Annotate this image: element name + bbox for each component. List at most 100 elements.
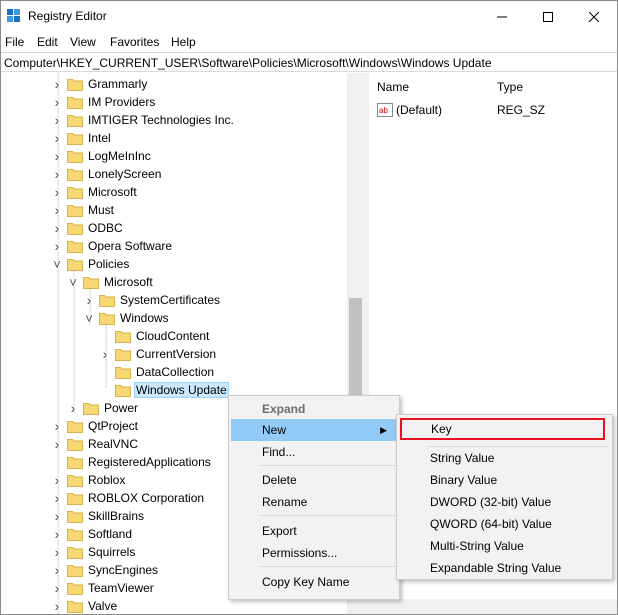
folder-icon bbox=[67, 222, 83, 235]
tree-item[interactable]: › LogMeInInc bbox=[51, 147, 153, 165]
tree-item[interactable]: › SyncEngines bbox=[51, 561, 160, 579]
tree-item[interactable]: › LonelyScreen bbox=[51, 165, 163, 183]
menu-item-label: Export bbox=[262, 524, 297, 538]
chevron-right-icon[interactable]: › bbox=[51, 417, 63, 435]
close-button[interactable] bbox=[571, 1, 617, 32]
tree-item[interactable]: › Opera Software bbox=[51, 237, 174, 255]
tree-item[interactable]: › ODBC bbox=[51, 219, 125, 237]
column-header-type[interactable]: Type bbox=[497, 80, 523, 94]
menu-favorites[interactable]: Favorites bbox=[110, 35, 159, 49]
folder-icon bbox=[67, 546, 83, 559]
menu-file[interactable]: File bbox=[5, 35, 24, 49]
submenu-item-expandable-string-value[interactable]: Expandable String Value bbox=[399, 557, 610, 579]
tree-item[interactable]: › Valve bbox=[51, 597, 119, 614]
menu-item-permissions[interactable]: Permissions... bbox=[231, 542, 397, 564]
chevron-right-icon[interactable]: › bbox=[51, 75, 63, 93]
chevron-right-icon[interactable]: › bbox=[51, 489, 63, 507]
chevron-down-icon[interactable]: ˅ bbox=[83, 309, 95, 327]
minimize-button[interactable] bbox=[479, 1, 525, 32]
tree-item[interactable]: RegisteredApplications bbox=[51, 453, 213, 471]
tree-item[interactable]: › Softland bbox=[51, 525, 134, 543]
tree-item-label: Microsoft bbox=[104, 275, 153, 289]
tree-item[interactable]: › Grammarly bbox=[51, 75, 149, 93]
address-bar[interactable]: Computer\HKEY_CURRENT_USER\Software\Poli… bbox=[1, 52, 617, 72]
submenu-item-binary-value[interactable]: Binary Value bbox=[399, 469, 610, 491]
tree-item[interactable]: › Roblox bbox=[51, 471, 127, 489]
chevron-right-icon[interactable]: › bbox=[51, 165, 63, 183]
chevron-down-icon[interactable]: ˅ bbox=[51, 255, 63, 273]
tree-item[interactable]: › Microsoft bbox=[51, 183, 139, 201]
chevron-right-icon[interactable]: › bbox=[51, 129, 63, 147]
chevron-right-icon[interactable]: › bbox=[51, 471, 63, 489]
chevron-right-icon[interactable]: › bbox=[99, 345, 111, 363]
tree-item[interactable]: ˅ Microsoft bbox=[67, 273, 155, 291]
submenu-item-key[interactable]: Key bbox=[400, 418, 605, 440]
submenu-item-qword-value[interactable]: QWORD (64-bit) Value bbox=[399, 513, 610, 535]
menu-help[interactable]: Help bbox=[171, 35, 196, 49]
chevron-right-icon[interactable]: › bbox=[83, 291, 95, 309]
tree-item[interactable]: CloudContent bbox=[99, 327, 211, 345]
folder-icon bbox=[83, 276, 99, 289]
registry-editor-window: Registry Editor File Edit View Favorites… bbox=[0, 0, 618, 615]
list-row[interactable]: ab (Default) REG_SZ bbox=[377, 101, 545, 119]
maximize-button[interactable] bbox=[525, 1, 571, 32]
tree-item-label: Valve bbox=[88, 599, 118, 613]
tree-item[interactable]: › IMTIGER Technologies Inc. bbox=[51, 111, 236, 129]
tree-item[interactable]: ˅ Policies bbox=[51, 255, 131, 273]
folder-icon bbox=[67, 600, 83, 613]
tree-item-label: Softland bbox=[88, 527, 133, 541]
tree-item[interactable]: › RealVNC bbox=[51, 435, 140, 453]
menu-item-export[interactable]: Export bbox=[231, 520, 397, 542]
tree-item[interactable]: › QtProject bbox=[51, 417, 140, 435]
tree-item[interactable]: › IM Providers bbox=[51, 93, 157, 111]
chevron-right-icon[interactable]: › bbox=[51, 435, 63, 453]
submenu-item-multi-string-value[interactable]: Multi-String Value bbox=[399, 535, 610, 557]
menu-item-rename[interactable]: Rename bbox=[231, 491, 397, 513]
chevron-right-icon[interactable]: › bbox=[51, 561, 63, 579]
menu-item-delete[interactable]: Delete bbox=[231, 469, 397, 491]
chevron-right-icon[interactable]: › bbox=[51, 237, 63, 255]
tree-item-label: Must bbox=[88, 203, 115, 217]
chevron-right-icon[interactable]: › bbox=[51, 201, 63, 219]
menu-item-find[interactable]: Find... bbox=[231, 441, 397, 463]
submenu-item-dword-value[interactable]: DWORD (32-bit) Value bbox=[399, 491, 610, 513]
chevron-right-icon[interactable]: › bbox=[51, 543, 63, 561]
menu-item-expand[interactable]: Expand bbox=[231, 398, 397, 420]
tree-item-label: LogMeInInc bbox=[88, 149, 151, 163]
tree-item-label: Windows Update bbox=[134, 382, 229, 398]
menu-view[interactable]: View bbox=[70, 35, 96, 49]
chevron-right-icon[interactable]: › bbox=[51, 111, 63, 129]
menu-edit[interactable]: Edit bbox=[37, 35, 58, 49]
chevron-right-icon[interactable]: › bbox=[51, 219, 63, 237]
chevron-right-icon[interactable]: › bbox=[51, 507, 63, 525]
chevron-right-icon[interactable]: › bbox=[51, 93, 63, 111]
tree-item[interactable]: › Power bbox=[67, 399, 140, 417]
tree-item[interactable]: › SystemCertificates bbox=[83, 291, 222, 309]
folder-icon bbox=[67, 528, 83, 541]
tree-item[interactable]: › SkillBrains bbox=[51, 507, 146, 525]
chevron-right-icon[interactable]: › bbox=[51, 597, 63, 614]
chevron-right-icon[interactable]: › bbox=[67, 399, 79, 417]
tree-item[interactable]: DataCollection bbox=[99, 363, 216, 381]
chevron-down-icon[interactable]: ˅ bbox=[67, 273, 79, 291]
tree-item[interactable]: › Must bbox=[51, 201, 116, 219]
chevron-right-icon[interactable]: › bbox=[51, 525, 63, 543]
chevron-right-icon[interactable]: › bbox=[51, 579, 63, 597]
menu-separator bbox=[259, 465, 395, 466]
tree-item[interactable]: › Intel bbox=[51, 129, 113, 147]
folder-icon bbox=[99, 294, 115, 307]
list-horizontal-scrollbar[interactable] bbox=[369, 599, 617, 614]
address-path[interactable]: Computer\HKEY_CURRENT_USER\Software\Poli… bbox=[4, 56, 492, 70]
tree-item[interactable]: › ROBLOX Corporation bbox=[51, 489, 206, 507]
tree-item[interactable]: › Squirrels bbox=[51, 543, 137, 561]
tree-item[interactable]: ˅ Windows bbox=[83, 309, 171, 327]
menu-item-new[interactable]: New ▶ bbox=[231, 419, 397, 441]
tree-item[interactable]: › TeamViewer bbox=[51, 579, 156, 597]
chevron-right-icon[interactable]: › bbox=[51, 183, 63, 201]
menu-item-copy-key-name[interactable]: Copy Key Name bbox=[231, 571, 397, 593]
tree-item[interactable]: › CurrentVersion bbox=[99, 345, 218, 363]
tree-item[interactable]: Windows Update bbox=[99, 381, 229, 399]
column-header-name[interactable]: Name bbox=[377, 80, 409, 94]
chevron-right-icon[interactable]: › bbox=[51, 147, 63, 165]
submenu-item-string-value[interactable]: String Value bbox=[399, 447, 610, 469]
